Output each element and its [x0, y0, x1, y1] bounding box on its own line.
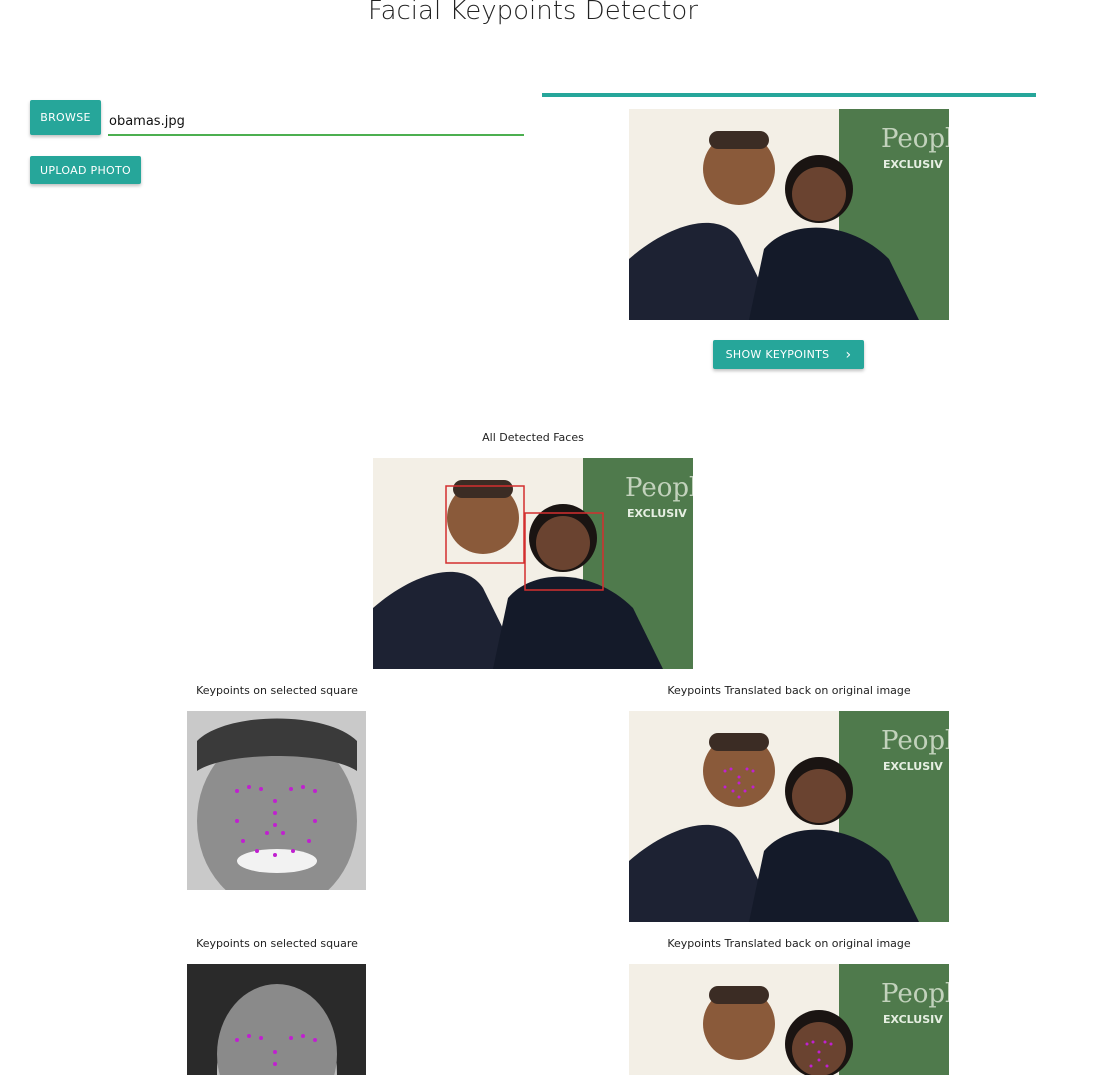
browse-button[interactable]: BROWSE	[30, 100, 101, 135]
detected-faces-caption: All Detected Faces	[482, 431, 584, 444]
watermark-logo: People	[625, 473, 693, 503]
chevron-right-icon: ›	[845, 346, 852, 363]
page-title: Facial Keypoints Detector	[368, 0, 698, 26]
watermark-logo: People	[881, 124, 949, 154]
watermark-logo: People	[881, 726, 949, 756]
watermark-text: EXCLUSIV	[883, 760, 943, 773]
show-keypoints-button[interactable]: SHOW KEYPOINTS ›	[713, 340, 864, 369]
watermark-text: EXCLUSIV	[883, 158, 943, 171]
upload-progress-bar	[542, 93, 1036, 97]
watermark-logo: People	[881, 979, 949, 1009]
keypoints-original-image: People EXCLUSIV	[629, 964, 949, 1075]
file-path-input[interactable]	[108, 108, 524, 136]
keypoints-original-caption: Keypoints Translated back on original im…	[667, 684, 911, 697]
keypoints-square-caption: Keypoints on selected square	[196, 937, 358, 950]
detected-faces-image: People EXCLUSIV	[373, 458, 693, 669]
upload-photo-button[interactable]: UPLOAD PHOTO	[30, 156, 141, 184]
keypoints-original-image: People EXCLUSIV	[629, 711, 949, 922]
watermark-text: EXCLUSIV	[883, 1013, 943, 1026]
watermark-text: EXCLUSIV	[627, 507, 687, 520]
uploaded-photo: People EXCLUSIV	[629, 109, 949, 320]
show-keypoints-label: SHOW KEYPOINTS	[725, 348, 830, 361]
keypoints-square-image	[187, 711, 366, 890]
keypoints-original-caption: Keypoints Translated back on original im…	[667, 937, 911, 950]
keypoints-square-caption: Keypoints on selected square	[196, 684, 358, 697]
keypoints-square-image	[187, 964, 366, 1075]
